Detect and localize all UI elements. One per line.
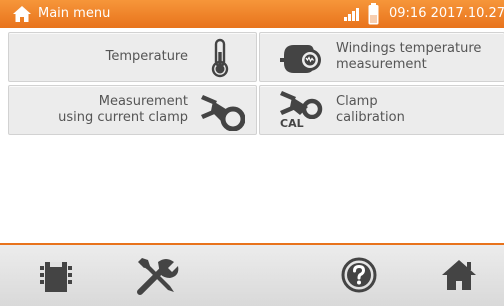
thermometer-icon (211, 38, 229, 78)
clamp-calibration-icon (280, 91, 323, 119)
temperature-label: Temperature (105, 49, 188, 64)
status-bar: Main menu 09:16 2017.10.27 (0, 0, 504, 28)
motor-icon (280, 45, 321, 73)
home-button-icon[interactable] (441, 258, 477, 292)
clamp-measurement-label: Measurement using current clamp (58, 94, 188, 125)
battery-icon (368, 3, 379, 25)
windings-temperature-label: Windings temperature measurement (336, 41, 482, 72)
signal-icon (344, 8, 359, 21)
memory-card-icon[interactable] (38, 260, 74, 294)
clamp-calibration-tile[interactable]: CAL Clamp calibration (259, 85, 504, 135)
clamp-calibration-label: Clamp calibration (336, 94, 405, 125)
cal-icon-text: CAL (280, 117, 304, 130)
temperature-tile[interactable]: Temperature (8, 32, 257, 82)
home-icon[interactable] (12, 5, 32, 23)
help-icon[interactable] (341, 257, 377, 293)
bottom-toolbar (0, 245, 504, 306)
clock-readout: 09:16 2017.10.27 (389, 6, 504, 21)
tools-icon[interactable] (136, 256, 180, 296)
clamp-measurement-tile[interactable]: Measurement using current clamp (8, 85, 257, 135)
current-clamp-icon (201, 95, 245, 131)
windings-temperature-tile[interactable]: Windings temperature measurement (259, 32, 504, 82)
screen-title: Main menu (38, 6, 111, 21)
